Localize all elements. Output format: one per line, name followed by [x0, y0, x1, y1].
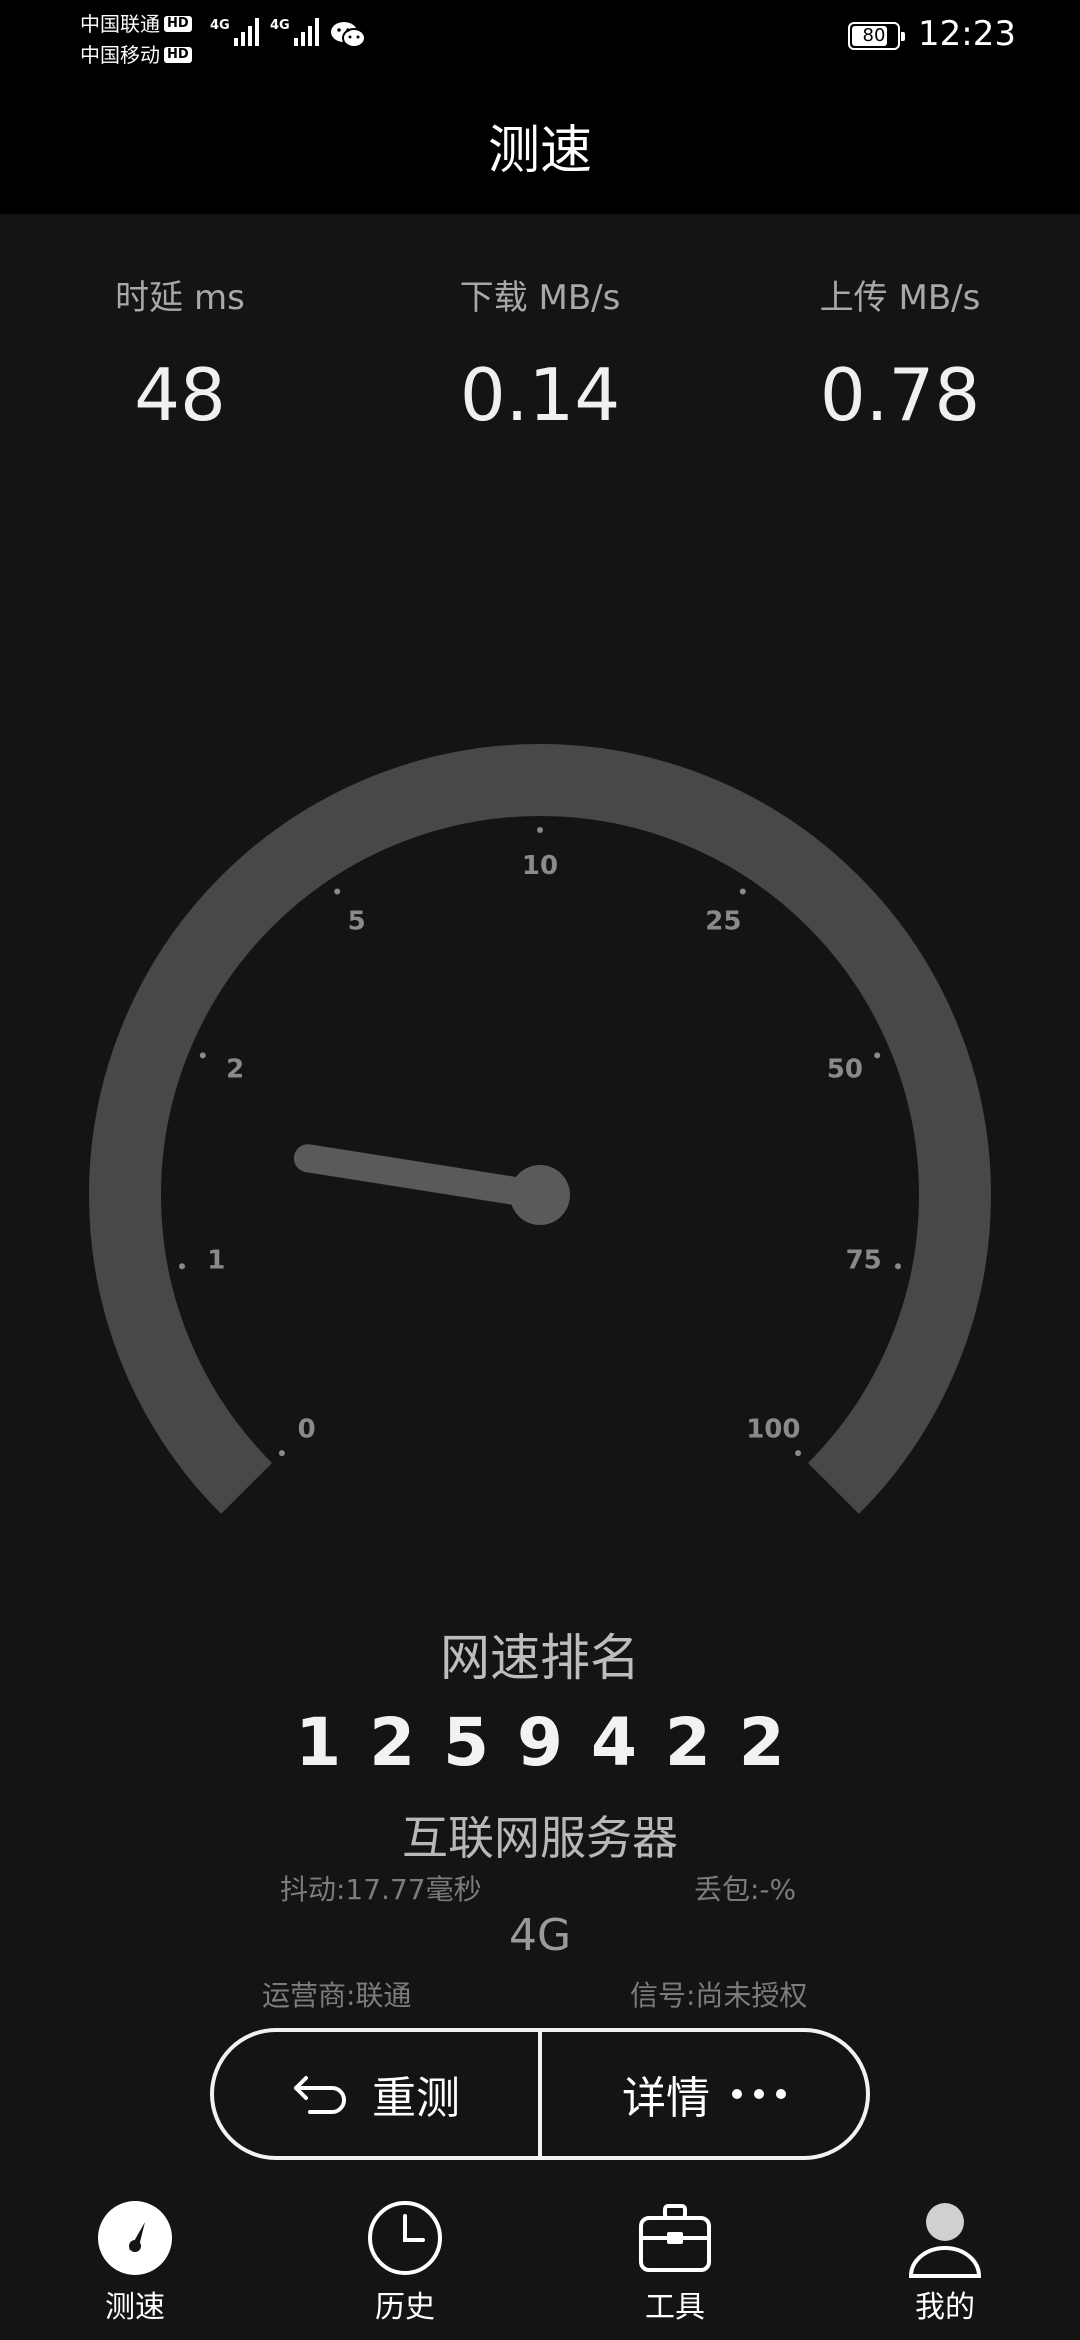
- gauge-tick-dot: [894, 1263, 901, 1270]
- gauge-tick-label: 5: [348, 907, 366, 937]
- download-label: 下载 MB/s: [459, 278, 621, 318]
- ranking-title: 网速排名: [440, 1629, 640, 1687]
- wechat-icon: [331, 22, 366, 48]
- tab-tools[interactable]: 工具: [540, 2190, 810, 2340]
- tab-profile-label: 我的: [915, 2290, 975, 2325]
- gauge-tick-dot: [537, 827, 543, 833]
- hd-badge-1: HD: [164, 15, 192, 32]
- latency-value: 48: [134, 353, 226, 437]
- retest-button[interactable]: 重测: [214, 2032, 538, 2156]
- gauge-tick-label: 50: [827, 1055, 863, 1085]
- gauge-tick-label: 75: [846, 1245, 882, 1275]
- tab-speedtest[interactable]: 测速: [0, 2190, 270, 2340]
- speedometer-icon: [98, 2201, 172, 2275]
- upload-metric: 上传 MB/s 0.78: [720, 270, 1080, 437]
- gauge-track: [89, 744, 991, 1514]
- person-icon: [908, 2203, 982, 2278]
- tab-history[interactable]: 历史: [270, 2190, 540, 2340]
- download-value: 0.14: [459, 353, 621, 437]
- status-bar: 中国联通 HD 中国移动 HD 4G 4G 80 12:23: [0, 0, 1080, 74]
- packet-loss-text: 丢包:-%: [694, 1873, 797, 1906]
- gauge-tick-label: 25: [705, 907, 741, 937]
- server-name: 互联网服务器: [402, 1811, 678, 1865]
- upload-value: 0.78: [819, 353, 981, 437]
- app-header: 测速: [0, 74, 1080, 214]
- battery-level: 80: [862, 25, 886, 46]
- network-generation: 4G: [508, 1910, 572, 1961]
- clock-icon: [368, 2201, 442, 2275]
- latency-label: 时延 ms: [115, 278, 245, 318]
- signal-text: 信号:尚未授权: [630, 1979, 808, 2012]
- tab-tools-label: 工具: [645, 2290, 705, 2325]
- gauge-needle: [293, 1144, 554, 1209]
- jitter-text: 抖动:17.77毫秒: [280, 1873, 482, 1906]
- network-type-2: 4G: [270, 18, 290, 33]
- download-metric: 下载 MB/s 0.14: [360, 270, 720, 437]
- gauge-tick-dot: [739, 888, 746, 895]
- carrier-row-2: 中国移动 HD: [80, 39, 192, 70]
- operator-text: 运营商:联通: [262, 1979, 412, 2012]
- signal-group-2: 4G: [270, 18, 319, 46]
- carrier-info: 中国联通 HD 中国移动 HD: [80, 8, 192, 70]
- gauge-tick-label: 10: [522, 851, 558, 881]
- gauge-tick-dot: [334, 888, 341, 895]
- gauge-tick-label: 1: [207, 1245, 225, 1275]
- carrier-name-2: 中国移动: [80, 42, 160, 67]
- details-label: 详情: [622, 2073, 710, 2124]
- gauge-tick-dot: [874, 1052, 881, 1059]
- network-type-1: 4G: [210, 18, 230, 33]
- hd-badge-2: HD: [164, 46, 192, 63]
- ranking-number: 1259422: [295, 1704, 813, 1781]
- bottom-tab-bar: 测速 历史 工具 我的: [0, 2190, 1080, 2340]
- retest-label: 重测: [372, 2073, 460, 2124]
- action-bar: 重测 详情: [210, 2028, 870, 2160]
- signal-bars-1-icon: [233, 18, 259, 46]
- gauge-tick-dot: [199, 1052, 206, 1059]
- gauge-tick-label: 100: [746, 1414, 800, 1444]
- gauge-tick-label: 0: [298, 1414, 316, 1444]
- gauge-tick-dot: [179, 1263, 186, 1270]
- signal-bars-2-icon: [293, 18, 319, 46]
- signal-group-1: 4G: [210, 18, 259, 46]
- tab-profile[interactable]: 我的: [810, 2190, 1080, 2340]
- gauge-tick-dot: [278, 1450, 285, 1457]
- gauge-tick-label: 2: [226, 1055, 244, 1085]
- toolbox-icon: [639, 2204, 711, 2272]
- carrier-name-1: 中国联通: [80, 11, 160, 36]
- gauge-needle-hub: [510, 1165, 570, 1225]
- status-time: 12:23: [918, 14, 1016, 54]
- tab-speedtest-label: 测速: [105, 2290, 165, 2325]
- battery-icon: 80: [848, 22, 905, 50]
- gauge-tick-dot: [795, 1450, 802, 1457]
- latency-metric: 时延 ms 48: [0, 270, 360, 437]
- details-button[interactable]: 详情: [542, 2032, 866, 2156]
- tab-history-label: 历史: [375, 2290, 435, 2325]
- upload-label: 上传 MB/s: [819, 278, 981, 318]
- more-dots-icon: [732, 2089, 786, 2099]
- carrier-row-1: 中国联通 HD: [80, 8, 192, 39]
- undo-arrow-icon: [294, 2076, 346, 2114]
- speed-gauge: 012510255075100: [89, 744, 991, 1514]
- page-title: 测速: [487, 121, 592, 181]
